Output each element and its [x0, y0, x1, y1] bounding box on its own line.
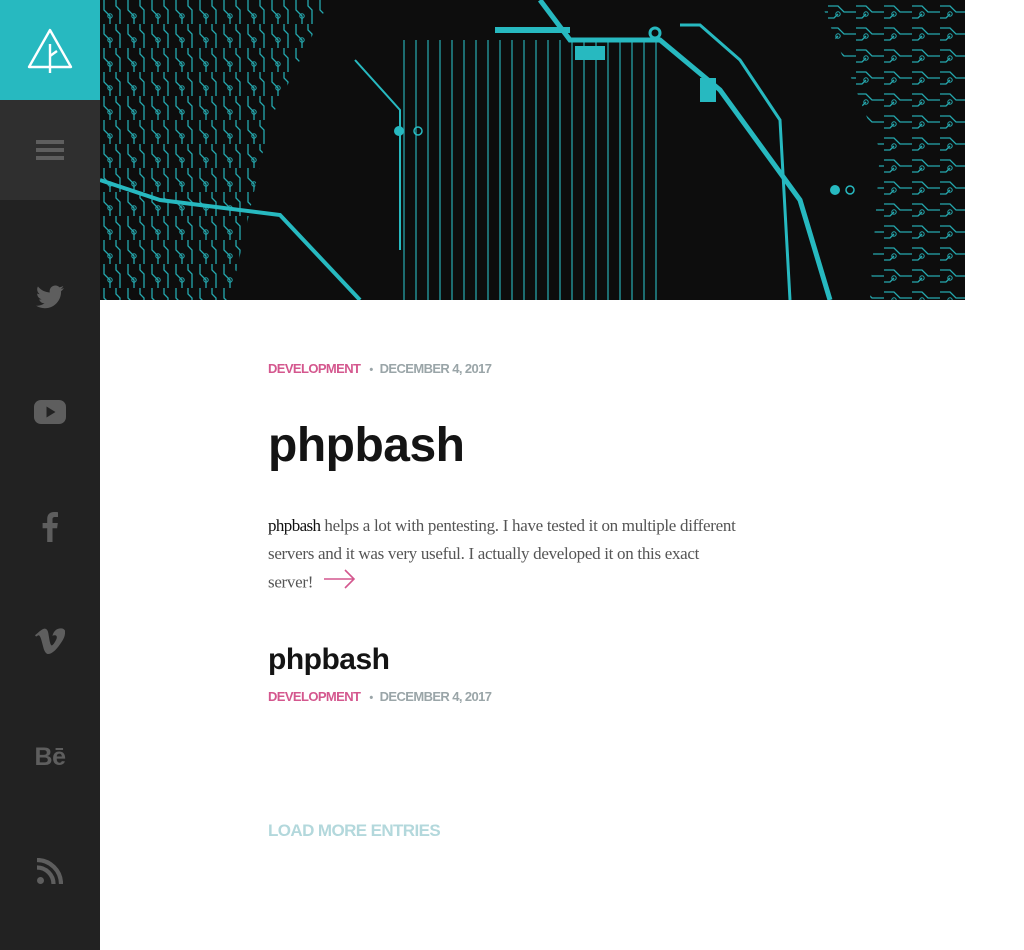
behance-icon: Bē: [34, 742, 66, 771]
menu-button[interactable]: [0, 100, 100, 200]
site-logo[interactable]: [0, 0, 100, 100]
tree-triangle-logo-icon: [27, 28, 73, 73]
load-more-button[interactable]: LOAD MORE ENTRIES: [268, 821, 441, 841]
hamburger-menu-icon: [36, 140, 64, 160]
post-title[interactable]: phpbash: [268, 418, 465, 473]
rss-icon: [37, 858, 63, 884]
post-title-2[interactable]: phpbash: [268, 643, 390, 677]
twitter-icon: [36, 285, 64, 309]
arrow-right-icon: [324, 569, 356, 589]
hero-image: [100, 0, 965, 300]
twitter-link[interactable]: [0, 267, 100, 327]
post-meta: DEVELOPMENT • DECEMBER 4, 2017: [268, 361, 492, 376]
excerpt-strong: phpbash: [268, 516, 321, 535]
vimeo-icon: [35, 628, 65, 654]
youtube-link[interactable]: [0, 382, 100, 442]
youtube-icon: [34, 400, 66, 424]
post-date: DECEMBER 4, 2017: [379, 361, 492, 376]
sidebar: Bē: [0, 0, 100, 950]
vimeo-link[interactable]: [0, 611, 100, 671]
post-meta-2: DEVELOPMENT • DECEMBER 4, 2017: [268, 689, 492, 704]
post-excerpt: phpbash helps a lot with pentesting. I h…: [268, 512, 748, 599]
meta-separator: •: [369, 364, 373, 376]
post-date-2: DECEMBER 4, 2017: [379, 689, 492, 704]
behance-link[interactable]: Bē: [0, 727, 100, 787]
read-more-link[interactable]: [323, 568, 357, 599]
circuit-board-image: [100, 0, 965, 300]
meta-separator-2: •: [369, 692, 373, 704]
category-link[interactable]: DEVELOPMENT: [268, 361, 361, 376]
category-link-2[interactable]: DEVELOPMENT: [268, 689, 361, 704]
rss-link[interactable]: [0, 841, 100, 901]
facebook-icon: [42, 512, 58, 542]
facebook-link[interactable]: [0, 497, 100, 557]
